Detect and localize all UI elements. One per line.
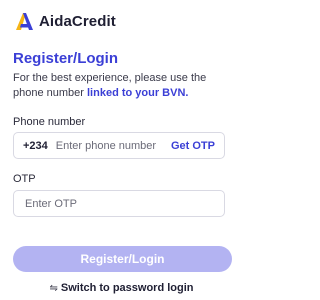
app-name: AidaCredit <box>39 12 116 30</box>
app-header: AidaCredit <box>13 9 116 33</box>
phone-number-label: Phone number <box>13 116 86 128</box>
otp-field <box>13 190 225 217</box>
register-login-button[interactable]: Register/Login <box>13 246 232 272</box>
switch-to-password-login-link[interactable]: ⇋ Switch to password login <box>0 282 243 294</box>
otp-input[interactable] <box>25 197 205 210</box>
page-description: For the best experience, please use the … <box>13 71 237 101</box>
country-code-prefix: +234 <box>23 139 48 152</box>
phone-number-input[interactable] <box>55 139 171 152</box>
page-title: Register/Login <box>13 50 119 67</box>
switch-arrows-icon: ⇋ <box>49 283 58 294</box>
bvn-link[interactable]: linked to your BVN. <box>87 87 188 99</box>
phone-number-field: +234 Get OTP <box>13 132 225 159</box>
otp-label: OTP <box>13 173 36 185</box>
aidacredit-logo-icon <box>16 13 33 30</box>
switch-login-label: Switch to password login <box>60 282 194 294</box>
get-otp-button[interactable]: Get OTP <box>171 140 215 152</box>
